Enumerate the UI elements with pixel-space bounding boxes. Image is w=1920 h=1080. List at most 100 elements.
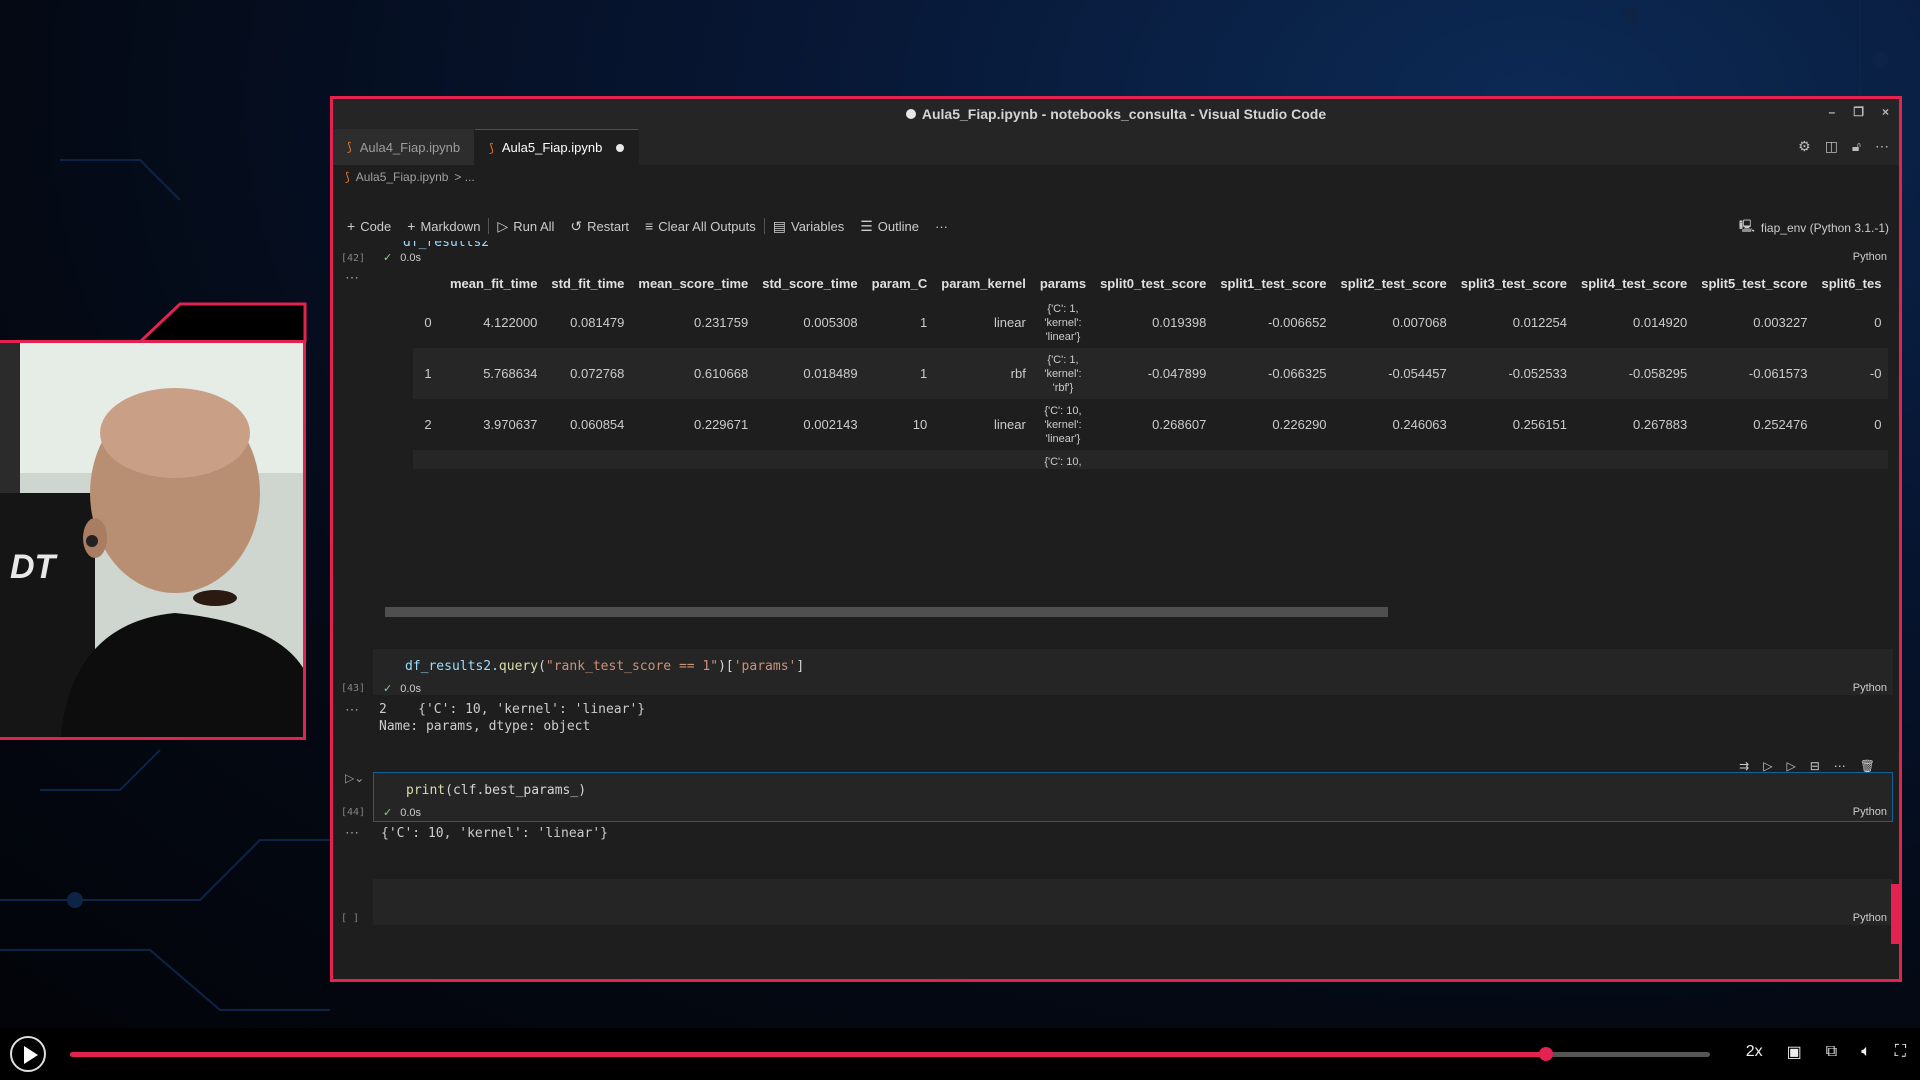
- cell-42-code[interactable]: df_results2: [403, 241, 489, 250]
- table-cell: -0.018242: [1574, 450, 1695, 469]
- video-player-bar: 2x ▣ ⧉ 🔈︎ ⛶: [0, 1028, 1920, 1080]
- dataframe-column-header: std_fit_time: [551, 275, 625, 291]
- add-code-label: Code: [360, 218, 392, 234]
- tab-aula5[interactable]: ⟆ Aula5_Fiap.ipynb: [475, 129, 640, 165]
- cell-44-language[interactable]: Python: [1853, 806, 1887, 818]
- webcam-frame-tab: [140, 302, 307, 342]
- output-more-icon[interactable]: ⋯: [345, 701, 359, 718]
- table-cell: 0.267883: [1633, 417, 1688, 432]
- outline-icon: ☰: [860, 217, 873, 234]
- vertical-scrollbar[interactable]: [1891, 884, 1899, 944]
- seek-bar-knob[interactable]: [1539, 1047, 1553, 1061]
- output-more-icon[interactable]: ⋯: [345, 269, 359, 286]
- delete-cell-icon[interactable]: 🗑︎: [1860, 759, 1875, 773]
- plus-icon: +: [407, 218, 416, 234]
- seek-bar[interactable]: [70, 1047, 1710, 1061]
- stream-background: DT Aula5_Fiap.ipynb - notebooks_consulta…: [0, 0, 1920, 1028]
- fullscreen-icon[interactable]: ⛶: [1895, 1043, 1906, 1061]
- breadcrumb-rest[interactable]: > ...: [454, 170, 474, 184]
- restore-button[interactable]: ❐: [1853, 105, 1864, 119]
- table-cell: 0.081479: [570, 315, 625, 330]
- kernel-label: fiap_env (Python 3.1.-1): [1760, 220, 1889, 235]
- svg-text:DT: DT: [10, 548, 59, 586]
- lock-icon[interactable]: 🔓︎: [1852, 138, 1861, 155]
- more-label: ···: [935, 218, 948, 234]
- table-cell: linear: [994, 315, 1026, 330]
- cell-45-language[interactable]: Python: [1853, 912, 1887, 924]
- table-cell: 1: [413, 348, 443, 399]
- table-cell: 0: [424, 315, 432, 330]
- notebook-icon: ⟆: [347, 140, 352, 154]
- scrollbar-thumb[interactable]: [385, 607, 1388, 617]
- breadcrumb: ⟆ Aula5_Fiap.ipynb > ...: [345, 165, 475, 189]
- run-cell-icon[interactable]: ▷⌄: [345, 771, 364, 785]
- outline-button[interactable]: ☰ Outline: [852, 218, 927, 235]
- run-all-button[interactable]: ▷ Run All: [489, 218, 562, 235]
- code-cell-44[interactable]: print(clf.best_params_): [373, 772, 1893, 822]
- picture-in-picture-icon[interactable]: ⧉: [1826, 1043, 1837, 1061]
- table-cell: 3.970637: [483, 417, 538, 432]
- table-cell: 10: [864, 450, 935, 469]
- restart-button[interactable]: ↺ Restart: [562, 218, 637, 235]
- more-toolbar-button[interactable]: ···: [927, 219, 956, 234]
- code-cell-45[interactable]: [373, 879, 1893, 925]
- table-cell: 0.252476: [1753, 417, 1808, 432]
- kernel-picker[interactable]: 🖳 fiap_env (Python 3.1.-1): [1739, 217, 1889, 238]
- clear-outputs-button[interactable]: ≡ Clear All Outputs: [637, 218, 764, 234]
- tab-label: Aula5_Fiap.ipynb: [501, 140, 603, 155]
- table-cell: 0.002143: [803, 417, 858, 432]
- run-by-line-icon[interactable]: ⇉: [1739, 759, 1749, 773]
- horizontal-scrollbar[interactable]: [385, 607, 1885, 617]
- clear-outputs-label: Clear All Outputs: [658, 218, 756, 234]
- cell-44-code[interactable]: print(clf.best_params_): [406, 783, 586, 798]
- code-cell-43[interactable]: df_results2.query("rank_test_score == 1"…: [373, 649, 1893, 695]
- dataframe-column-header: split2_test_score: [1340, 275, 1447, 291]
- minimize-button[interactable]: –: [1829, 105, 1836, 119]
- table-cell: -0.052533: [1453, 348, 1575, 399]
- code-token: )[: [718, 659, 734, 674]
- cell-42-language[interactable]: Python: [1853, 251, 1887, 263]
- add-markdown-button[interactable]: + Markdown: [399, 218, 488, 234]
- volume-icon[interactable]: 🔈︎: [1861, 1043, 1871, 1061]
- table-cell: {'C': 1,'kernel':'rbf'}: [1032, 348, 1094, 399]
- cell-43-status: ✓ 0.0s: [383, 682, 421, 696]
- cell-43-language[interactable]: Python: [1853, 682, 1887, 694]
- table-cell: 10: [912, 417, 928, 432]
- execute-below-icon[interactable]: ▷: [1786, 759, 1795, 773]
- dataframe-column-header: split6_tes: [1821, 275, 1882, 291]
- more-actions-icon[interactable]: ⋯: [1875, 138, 1889, 155]
- variables-button[interactable]: ▤ Variables: [765, 218, 852, 235]
- table-cell: rbf: [934, 450, 1033, 469]
- split-editor-icon[interactable]: ◫: [1825, 138, 1838, 155]
- table-cell: {'C': 10,'kernel':'rbf'}: [1032, 450, 1094, 469]
- tab-aula4[interactable]: ⟆ Aula4_Fiap.ipynb: [333, 129, 476, 165]
- code-token: query: [498, 659, 539, 674]
- table-cell: 0.226290: [1272, 417, 1327, 432]
- modified-dot-icon[interactable]: [616, 143, 625, 152]
- check-icon: ✓: [383, 252, 393, 264]
- gear-icon[interactable]: ⚙: [1798, 138, 1811, 155]
- playback-speed-button[interactable]: 2x: [1746, 1043, 1763, 1061]
- close-button[interactable]: ×: [1882, 105, 1889, 119]
- cell-43-output-line1: 2 {'C': 10, 'kernel': 'linear'}: [379, 702, 646, 717]
- cell-43-code[interactable]: df_results2.query("rank_test_score == 1"…: [405, 659, 804, 674]
- code-token: 'params': [733, 659, 797, 674]
- execute-above-icon[interactable]: ▷: [1763, 759, 1772, 773]
- table-cell: 0.014920: [1633, 315, 1688, 330]
- dataframe-column-header: param_C: [871, 275, 928, 291]
- captions-icon[interactable]: ▣: [1787, 1042, 1802, 1062]
- table-row: 2 3.970637 0.060854 0.229671 0.002143 10 linea…: [413, 399, 1888, 450]
- dataframe-body: 0 4.122000 0.081479 0.231759 0.005308 1 linear…: [413, 297, 1889, 469]
- breadcrumb-file[interactable]: Aula5_Fiap.ipynb: [356, 170, 449, 184]
- dataframe-column-header: split4_test_score: [1581, 275, 1688, 291]
- check-icon: ✓: [383, 683, 393, 695]
- table-cell: 2: [424, 417, 432, 432]
- add-code-button[interactable]: + Code: [339, 218, 399, 234]
- split-cell-icon[interactable]: ⊟: [1810, 759, 1820, 773]
- cell-more-icon[interactable]: ⋯: [1834, 759, 1846, 773]
- video-controls: 2x ▣ ⧉ 🔈︎ ⛶: [1746, 1042, 1906, 1062]
- cell-44-exec-count: [44]: [341, 807, 366, 818]
- output-more-icon[interactable]: ⋯: [345, 824, 359, 841]
- play-button[interactable]: [10, 1036, 46, 1072]
- cell-42-exec-count: [42]: [341, 253, 366, 264]
